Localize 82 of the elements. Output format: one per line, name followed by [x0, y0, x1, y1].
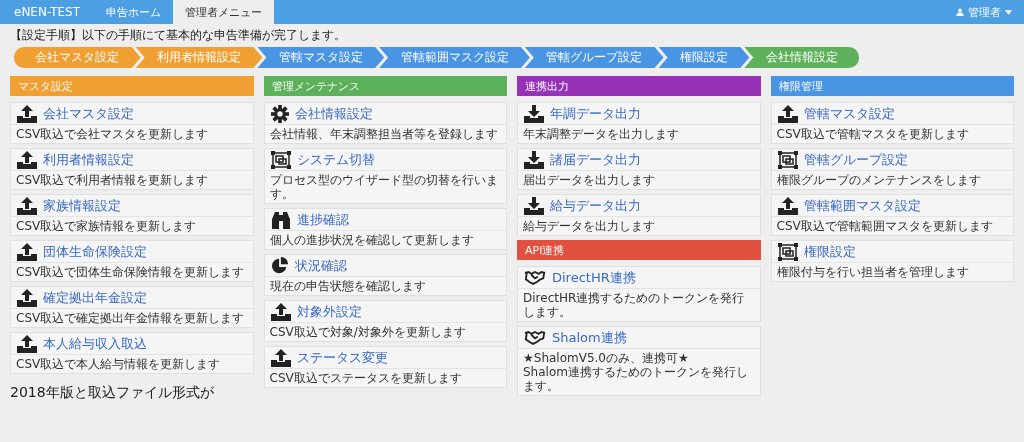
brand-name[interactable]: eNEN-TEST	[0, 0, 94, 24]
upload-icon	[17, 288, 37, 307]
step-chevron: 権限設定	[658, 47, 750, 68]
card-description: CSV取込で対象/対象外を更新します	[268, 324, 467, 341]
caret-icon	[1005, 9, 1012, 15]
card-description: CSV取込で会社マスタを更新します	[15, 126, 210, 143]
card-title-link[interactable]: 会社情報設定	[294, 104, 373, 123]
card-description: CSV取込でステータスを更新します	[268, 370, 463, 387]
nav-tab[interactable]: 管理者メニュー	[173, 0, 274, 24]
card-title-link[interactable]: Shalom連携	[552, 328, 627, 347]
section-header: 連携出力	[517, 76, 761, 96]
section-header: API連携	[517, 240, 761, 260]
card-description: 個人の進捗状況を確認して更新します	[268, 232, 475, 249]
card-title-link[interactable]: DirectHR連携	[552, 268, 636, 287]
frame-icon	[270, 150, 291, 169]
card-title-link[interactable]: 給与データ出力	[550, 196, 641, 215]
notice-text: 2018年版と取込ファイル形式が	[10, 384, 215, 402]
card-title-link[interactable]: 諸届データ出力	[550, 150, 641, 169]
step-chevron: 管轄マスタ設定	[257, 47, 385, 68]
download-icon	[524, 150, 544, 169]
upload-icon	[17, 150, 37, 169]
download-icon	[524, 196, 544, 215]
upload-icon	[777, 104, 798, 123]
card-title-link[interactable]: 年調データ出力	[550, 104, 641, 123]
instruction-text: 【設定手順】以下の手順にて基本的な申告準備が完了します。	[10, 27, 347, 44]
card-description: 給与データを出力します	[522, 218, 656, 235]
card-description: CSV取込で管轄マスタを更新します	[775, 126, 970, 143]
nav-tab[interactable]: 申告ホーム	[94, 0, 173, 24]
card-title-link[interactable]: 管轄マスタ設定	[803, 104, 895, 123]
step-chevron: 管轄範囲マスク設定	[379, 47, 530, 68]
card-description: 権限付与を行い担当者を管理します	[775, 264, 970, 281]
step-chevron: 管轄グループ設定	[524, 47, 664, 68]
card-description: ★ShalomV5.0のみ、連携可★ Shalom連携するためのトークンを発行します。	[522, 350, 749, 395]
card-description: DirectHR連携するためのトークンを発行します。	[522, 290, 746, 321]
step-chevron: 利用者情報設定	[135, 47, 263, 68]
card-description: CSV取込で管轄範囲マスタを更新します	[775, 218, 994, 235]
card-description: 権限グループのメンテナンスをします	[775, 172, 982, 189]
upload-icon	[17, 242, 37, 261]
card-description: CSV取込で本人給与情報を更新します	[15, 356, 222, 373]
card-description: 年末調整データを出力します	[522, 126, 680, 143]
binoculars-icon	[270, 210, 291, 229]
card-description: CSV取込で家族情報を更新します	[15, 218, 198, 235]
upload-icon	[777, 196, 798, 215]
card-title-link[interactable]: システム切替	[296, 150, 375, 169]
handshake-icon	[524, 330, 546, 345]
card-description: CSV取込で利用者情報を更新します	[15, 172, 210, 189]
download-icon	[524, 104, 544, 123]
card-title-link[interactable]: 家族情報設定	[43, 196, 121, 215]
card-description: 現在の申告状態を確認します	[268, 278, 427, 295]
card-description: CSV取込で確定拠出年金情報を更新します	[15, 310, 246, 327]
card-title-link[interactable]: 対象外設定	[296, 302, 362, 321]
card-title-link[interactable]: 団体生命保険設定	[43, 242, 147, 261]
card-title-link[interactable]: 管轄範囲マスタ設定	[803, 196, 921, 215]
card-title-link[interactable]: 状況確認	[294, 256, 347, 275]
step-chevron: 会社情報設定	[744, 47, 860, 68]
upload-icon	[270, 348, 291, 367]
section-header: マスタ設定	[10, 76, 254, 96]
card-description: プロセス型のウイザード型の切替を行います。	[268, 172, 499, 203]
handshake-icon	[524, 270, 546, 285]
user-menu[interactable]: 管理者	[944, 0, 1024, 24]
user-icon	[956, 8, 964, 16]
upload-icon	[17, 104, 37, 123]
upload-icon	[17, 196, 37, 215]
card-description: CSV取込で団体生命保険情報を更新します	[15, 264, 246, 281]
card-title-link[interactable]: 進捗確認	[296, 210, 349, 229]
card-title-link[interactable]: 確定拠出年金設定	[43, 288, 147, 307]
pie-chart-icon	[270, 256, 289, 275]
card-description: 届出データを出力します	[522, 172, 656, 189]
frame-icon	[777, 150, 798, 169]
frame-icon	[777, 242, 798, 261]
section-header: 権限管理	[770, 76, 1014, 96]
upload-icon	[270, 302, 291, 321]
card-description: 会社情報、年末調整担当者等を登録します	[268, 126, 499, 143]
card-title-link[interactable]: 管轄グループ設定	[803, 150, 908, 169]
card-title-link[interactable]: 本人給与収入取込	[43, 334, 147, 353]
card-title-link[interactable]: 権限設定	[803, 242, 856, 261]
section-header: 管理メンテナンス	[263, 76, 507, 96]
card-title-link[interactable]: 会社マスタ設定	[43, 104, 134, 123]
card-title-link[interactable]: ステータス変更	[296, 348, 388, 367]
card-title-link[interactable]: 利用者情報設定	[43, 150, 134, 169]
upload-icon	[17, 334, 37, 353]
step-chevron: 会社マスタ設定	[14, 47, 141, 68]
